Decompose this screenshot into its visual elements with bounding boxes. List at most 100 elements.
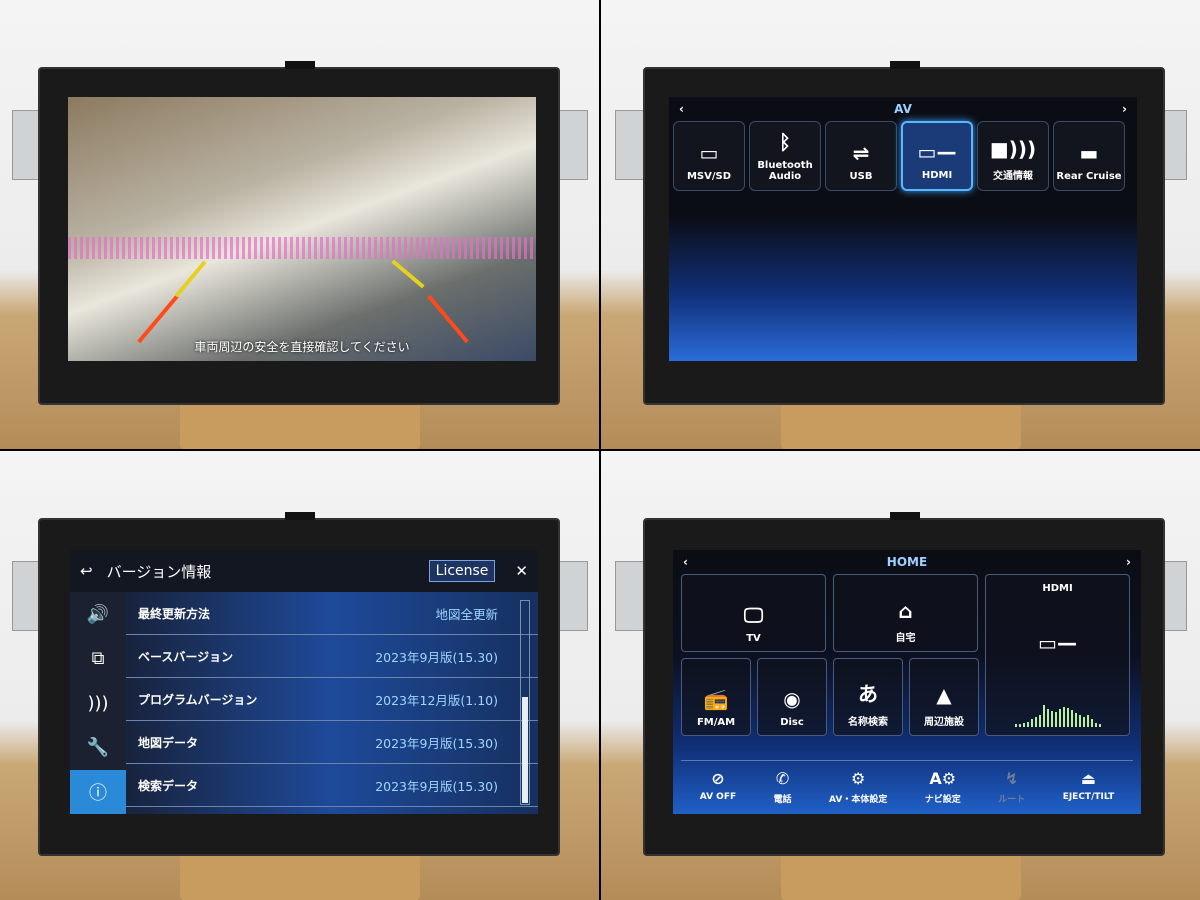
divider [0, 449, 1200, 451]
back-icon[interactable]: ↩ [80, 562, 93, 580]
disc-tile[interactable]: ◉ Disc [757, 658, 827, 736]
button-label: AV・本体設定 [829, 795, 888, 805]
table-row: プログラムバージョン 2023年12月版(1.10) [126, 678, 538, 721]
nav-settings-icon: A⚙ [929, 769, 957, 788]
row-value: 地図全更新 [435, 606, 498, 622]
av-off-icon: ⊘ [711, 769, 725, 788]
eq-bar [1086, 715, 1089, 727]
safety-caption: 車両周辺の安全を直接確認してください [194, 340, 410, 354]
row-label: 地図データ [138, 735, 199, 750]
mount-bracket [558, 110, 588, 180]
row-label: ベースバージョン [138, 649, 234, 664]
tile-label: 自宅 [895, 633, 916, 644]
row-label: 最終更新方法 [138, 606, 211, 621]
av-source-bluetooth-audio[interactable]: ᛒ Bluetooth Audio [749, 121, 821, 191]
scrollbar[interactable] [520, 600, 530, 805]
bottom-button-1[interactable]: ✆ 電話 [774, 769, 792, 805]
sidebar-item[interactable]: ⓘ [70, 769, 126, 814]
eq-bar [1022, 723, 1025, 727]
prev-page-button[interactable]: ‹ [679, 102, 684, 116]
bluetooth-icon: ᛒ [779, 130, 791, 154]
version-info-photo: ↩ バージョン情報 License ✕ 🔊 ⧉))) 🔧 ⓘ 最終更新方法 地図全更新ベースバ… [0, 451, 599, 900]
nav-unit: ‹ AV › ▭ MSV/SD ᛒ Bluetooth Audio ⇌ USB ▭— HDMI ■)… [643, 61, 1165, 405]
next-page-button[interactable]: › [1126, 555, 1131, 569]
eq-bar [1062, 707, 1065, 727]
av-source-rear-cruise[interactable]: ▬ Rear Cruise [1053, 121, 1125, 191]
bottom-button-2[interactable]: ⚙ AV・本体設定 [829, 769, 887, 805]
tile-label: 名称検索 [848, 717, 888, 728]
mount-bracket [615, 110, 645, 180]
av-source-hdmi[interactable]: ▭— HDMI [901, 121, 973, 191]
fmam-tile[interactable]: 📻 FM/AM [681, 658, 751, 736]
eq-bar [1030, 719, 1033, 727]
row-value: 2023年9月版(15.30) [375, 735, 498, 751]
av-source--[interactable]: ■))) 交通情報 [977, 121, 1049, 191]
table-row: 最終更新方法 地図全更新 [126, 592, 538, 635]
guide-line-right [391, 259, 425, 289]
bottom-button-5[interactable]: ⏏ EJECT/TILT [1063, 769, 1115, 805]
house-icon: ⌂ [898, 599, 913, 623]
page-title: バージョン情報 [106, 562, 212, 581]
mount-bracket [615, 561, 645, 631]
eq-bar [1074, 713, 1077, 727]
av-menu-photo: ‹ AV › ▭ MSV/SD ᛒ Bluetooth Audio ⇌ USB ▭— HDMI ■)… [601, 0, 1200, 449]
tile-label: USB [849, 171, 873, 182]
eject-tilt-icon: ⏏ [1080, 769, 1097, 788]
button-label: ルート [998, 795, 1026, 805]
home-menu-photo: ‹ HOME › 🖵 TV ⌂ 自宅 HDMI ▭— 📻 FM/AM ◉ Disc あ名称検索… [601, 451, 1200, 900]
screen-title: AV [894, 102, 912, 116]
tile-label: 周辺施設 [924, 717, 964, 728]
version-screen: ↩ バージョン情報 License ✕ 🔊 ⧉))) 🔧 ⓘ 最終更新方法 地図全更新ベースバ… [70, 550, 538, 814]
eq-bar [1018, 724, 1021, 727]
guide-line-right [427, 294, 469, 344]
button-label: 電話 [773, 795, 792, 805]
eq-bar [1070, 710, 1073, 727]
sidebar-item[interactable]: ))) [70, 681, 126, 725]
route-icon: ↯ [1005, 769, 1019, 788]
sidebar-item[interactable]: ⧉ [70, 636, 126, 680]
home-tile[interactable]: ⌂ 自宅 [833, 574, 978, 652]
table-row: 検索データ 2023年9月版(15.30) [126, 764, 538, 807]
av-source-usb[interactable]: ⇌ USB [825, 121, 897, 191]
bottom-button-3[interactable]: A⚙ ナビ設定 [925, 769, 961, 805]
phone-icon: ✆ [775, 769, 790, 788]
tile-label: Disc [780, 717, 804, 728]
button-label: ナビ設定 [924, 795, 961, 805]
tools-icon: 🔧 [86, 736, 110, 758]
hdmi-tile[interactable]: HDMI ▭— [985, 574, 1130, 736]
sd-card-icon: ▭ [699, 141, 719, 165]
scroll-thumb[interactable] [522, 697, 528, 803]
kana-icon: あ [858, 682, 878, 706]
nearby-tile[interactable]: ▲ 周辺施設 [909, 658, 979, 736]
disc-icon: ◉ [783, 687, 801, 711]
av-source-msv-sd[interactable]: ▭ MSV/SD [673, 121, 745, 191]
rear-monitor-icon: ▬ [1079, 141, 1099, 165]
name-search-tile[interactable]: あ名称検索 [833, 658, 903, 736]
eq-bar [1090, 719, 1093, 727]
tv-tile[interactable]: 🖵 TV [681, 574, 826, 652]
hdmi-icon: ▭— [1038, 630, 1077, 655]
gear-icon: ⚙ [851, 769, 866, 788]
tile-label: 交通情報 [993, 171, 1033, 182]
prev-page-button[interactable]: ‹ [683, 555, 688, 569]
table-row: ベースバージョン 2023年9月版(15.30) [126, 635, 538, 678]
devices-icon: ⧉ [91, 648, 105, 670]
sidebar-item[interactable]: 🔧 [70, 725, 126, 769]
close-icon[interactable]: ✕ [515, 562, 528, 580]
bottom-button-4[interactable]: ↯ ルート [998, 769, 1025, 805]
license-button[interactable]: License [428, 560, 496, 582]
sidebar-item[interactable]: 🔊 [70, 592, 126, 636]
eq-bar [1054, 712, 1057, 727]
tile-label: FM/AM [696, 717, 736, 728]
poi-icon: ▲ [936, 683, 952, 707]
eq-bar [1098, 724, 1101, 727]
next-page-button[interactable]: › [1122, 102, 1127, 116]
table-row: 地図データ 2023年9月版(15.30) [126, 721, 538, 764]
eq-bar [1050, 711, 1053, 727]
bottom-button-0[interactable]: ⊘ AV OFF [700, 769, 736, 805]
eq-bar [1078, 715, 1081, 727]
eq-bar [1038, 715, 1041, 727]
guide-line-left [174, 260, 207, 298]
row-value: 2023年9月版(15.30) [375, 649, 498, 665]
radio-icon: 📻 [703, 687, 729, 711]
